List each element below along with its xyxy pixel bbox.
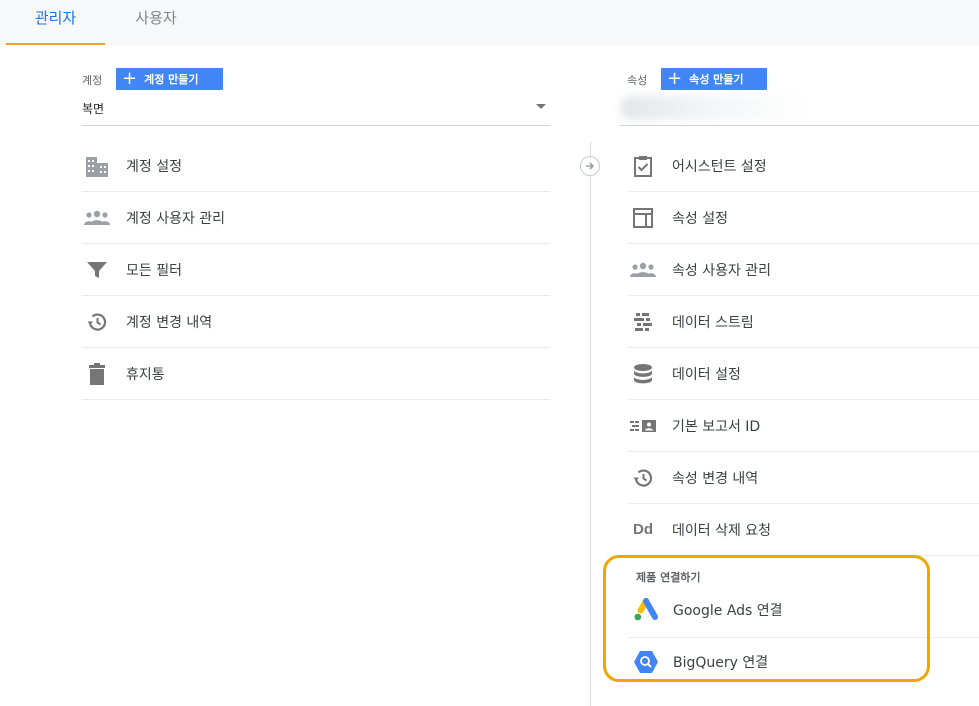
menu-account-user-management[interactable]: 계정 사용자 관리 (82, 192, 550, 244)
create-account-label: 계정 만들기 (144, 73, 199, 86)
column-arrow-button[interactable] (580, 156, 600, 176)
menu-property-user-management-label: 속성 사용자 관리 (672, 262, 772, 279)
link-google-ads-label: Google Ads 연결 (673, 603, 783, 619)
tab-admin[interactable]: 관리자 (6, 0, 105, 45)
link-bigquery[interactable]: BigQuery 연결 (628, 637, 768, 687)
link-google-ads[interactable]: Google Ads 연결 (628, 585, 783, 635)
create-account-button[interactable]: + 계정 만들기 (116, 68, 223, 90)
trash-icon (82, 362, 112, 385)
menu-assistant-settings-label: 어시스턴트 설정 (672, 158, 767, 175)
clipboard-check-icon (628, 155, 658, 177)
layout-icon (628, 207, 658, 229)
menu-data-streams-label: 데이터 스트림 (672, 314, 754, 331)
menu-account-settings-label: 계정 설정 (126, 158, 182, 175)
menu-property-change-history[interactable]: 속성 변경 내역 (628, 452, 979, 504)
plus-icon: + (667, 68, 683, 89)
blurred-property-name (620, 96, 810, 120)
menu-data-settings[interactable]: 데이터 설정 (628, 348, 979, 400)
menu-assistant-settings[interactable]: 어시스턴트 설정 (628, 140, 979, 192)
menu-default-report-id[interactable]: 기본 보고서 ID (628, 400, 979, 452)
menu-account-change-history-label: 계정 변경 내역 (126, 314, 213, 331)
database-icon (628, 363, 658, 385)
column-divider (590, 142, 591, 706)
admin-tab-bar: 관리자 사용자 (0, 0, 979, 45)
people-icon (628, 262, 658, 278)
dd-icon: Dd (628, 521, 658, 538)
dropdown-caret-icon (536, 104, 546, 109)
account-section-label: 계정 (82, 74, 103, 87)
menu-data-deletion-requests[interactable]: Dd 데이터 삭제 요청 (628, 504, 979, 556)
menu-account-change-history[interactable]: 계정 변경 내역 (82, 296, 550, 348)
create-property-label: 속성 만들기 (689, 73, 744, 86)
building-icon (82, 155, 112, 177)
history-icon (82, 312, 112, 332)
filter-icon (82, 260, 112, 280)
data-stream-icon (628, 311, 658, 333)
menu-all-filters[interactable]: 모든 필터 (82, 244, 550, 296)
menu-account-user-management-label: 계정 사용자 관리 (126, 210, 226, 227)
menu-property-settings-label: 속성 설정 (672, 210, 728, 227)
create-property-button[interactable]: + 속성 만들기 (661, 68, 767, 90)
arrow-right-icon (586, 162, 595, 170)
menu-property-settings[interactable]: 속성 설정 (628, 192, 979, 244)
product-links-header: 제품 연결하기 (636, 571, 701, 584)
google-ads-icon (628, 598, 664, 622)
property-section-label: 속성 (627, 74, 648, 87)
people-icon (82, 210, 112, 226)
menu-property-user-management[interactable]: 속성 사용자 관리 (628, 244, 979, 296)
history-icon (628, 468, 658, 488)
link-bigquery-label: BigQuery 연결 (673, 655, 769, 671)
menu-data-streams[interactable]: 데이터 스트림 (628, 296, 979, 348)
tab-user[interactable]: 사용자 (118, 0, 194, 45)
menu-data-deletion-requests-label: 데이터 삭제 요청 (672, 522, 772, 539)
account-selector-value: 복면 (82, 102, 105, 116)
menu-trash[interactable]: 휴지통 (82, 348, 550, 400)
dd-glyph: Dd (633, 521, 653, 538)
menu-property-change-history-label: 속성 변경 내역 (672, 470, 759, 487)
account-selector[interactable]: 복면 (82, 100, 550, 126)
menu-all-filters-label: 모든 필터 (126, 262, 182, 279)
bigquery-icon (628, 650, 664, 674)
menu-default-report-id-label: 기본 보고서 ID (672, 418, 761, 435)
menu-data-settings-label: 데이터 설정 (672, 366, 741, 383)
plus-icon: + (122, 68, 138, 89)
menu-trash-label: 휴지통 (126, 366, 165, 383)
report-id-icon (628, 419, 658, 432)
menu-account-settings[interactable]: 계정 설정 (82, 140, 550, 192)
